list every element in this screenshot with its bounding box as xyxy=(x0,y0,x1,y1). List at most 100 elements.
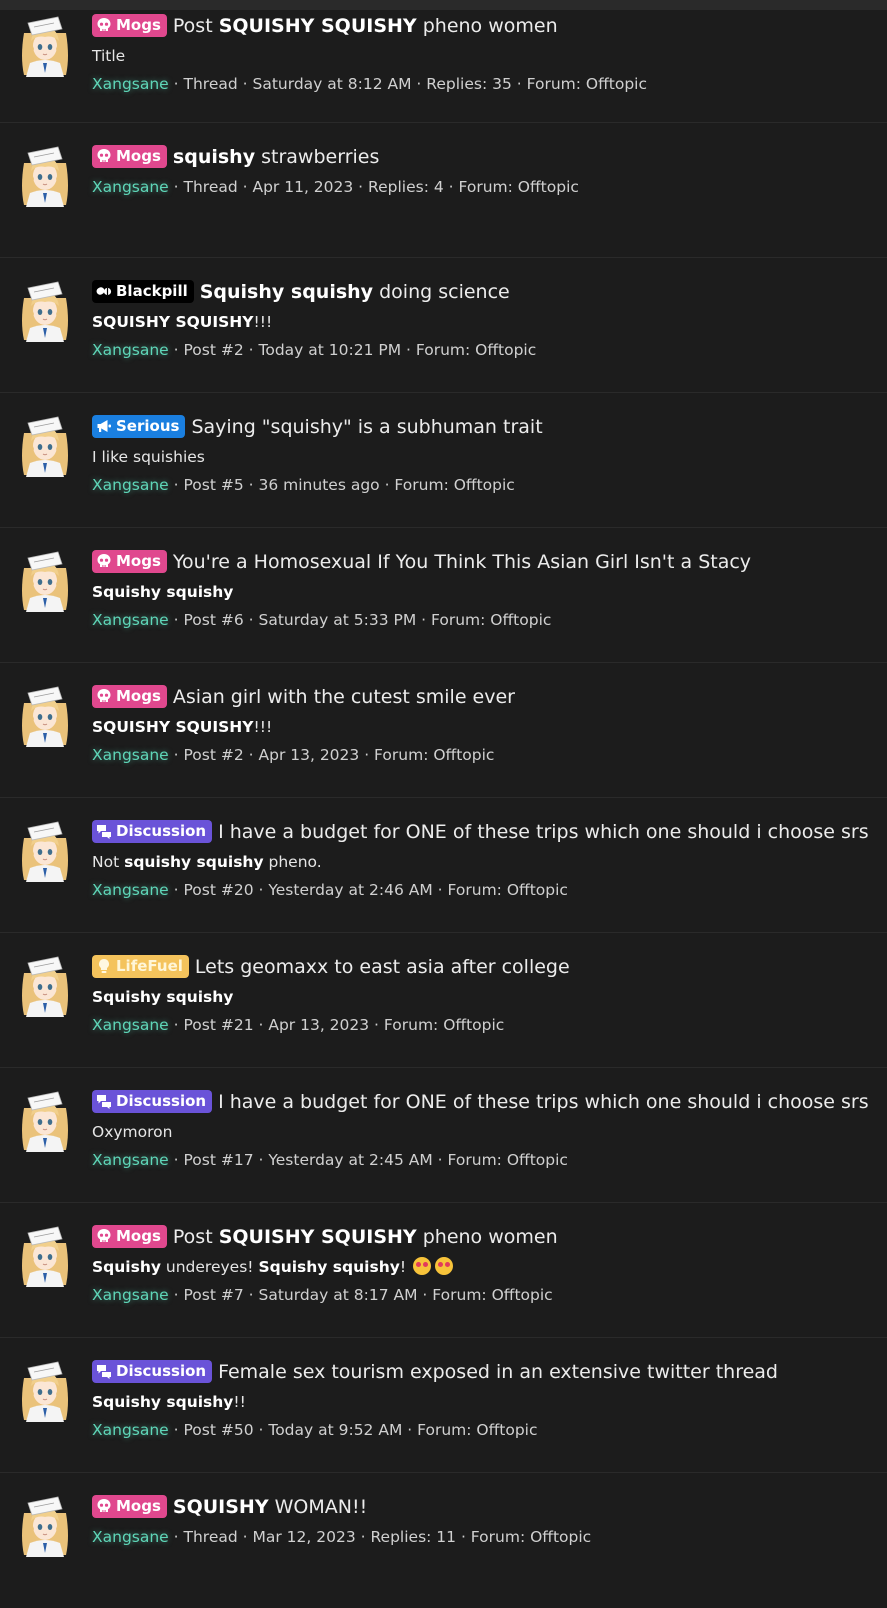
avatar[interactable] xyxy=(18,683,72,747)
result-title-link[interactable]: squishy strawberries xyxy=(173,146,379,168)
avatar[interactable] xyxy=(18,1088,72,1152)
megaphone-icon xyxy=(97,420,111,432)
meta-forum[interactable]: Forum: Offtopic xyxy=(459,178,579,196)
meta-forum[interactable]: Forum: Offtopic xyxy=(448,1151,568,1169)
prefix-label-mogs[interactable]: Mogs xyxy=(92,685,167,708)
skull-icon xyxy=(97,1499,111,1512)
result-title-link[interactable]: Asian girl with the cutest smile ever xyxy=(173,686,515,708)
prefix-label-mogs[interactable]: Mogs xyxy=(92,145,167,168)
title-text: pheno women xyxy=(416,15,558,37)
author-link[interactable]: Xangsane xyxy=(92,1151,169,1169)
prefix-label-text: Mogs xyxy=(116,552,161,570)
meta-date: Today at 9:52 AM xyxy=(268,1421,403,1439)
meta-separator: · xyxy=(456,1528,471,1546)
prefix-label-mogs[interactable]: Mogs xyxy=(92,550,167,573)
avatar[interactable] xyxy=(18,13,72,77)
prefix-label-text: Discussion xyxy=(116,1362,207,1380)
prefix-label-discussion[interactable]: Discussion xyxy=(92,1090,213,1113)
meta-forum[interactable]: Forum: Offtopic xyxy=(432,1286,552,1304)
author-link[interactable]: Xangsane xyxy=(92,1528,169,1546)
avatar[interactable] xyxy=(18,818,72,882)
meta-separator: · xyxy=(359,746,375,764)
author-link[interactable]: Xangsane xyxy=(92,178,169,196)
result-title-link[interactable]: I have a budget for ONE of these trips w… xyxy=(218,821,869,843)
meta-date: Saturday at 5:33 PM xyxy=(258,611,417,629)
result-snippet: Squishy squishy!! xyxy=(92,1391,877,1413)
meta-separator: · xyxy=(511,75,527,93)
avatar[interactable] xyxy=(18,143,72,207)
meta-separator: · xyxy=(401,341,416,359)
author-link[interactable]: Xangsane xyxy=(92,746,169,764)
title-text: Post xyxy=(172,15,219,37)
author-link[interactable]: Xangsane xyxy=(92,476,169,494)
prefix-label-discussion[interactable]: Discussion xyxy=(92,820,213,843)
author-link[interactable]: Xangsane xyxy=(92,75,169,93)
result-title-link[interactable]: You're a Homosexual If You Think This As… xyxy=(173,551,751,573)
author-link[interactable]: Xangsane xyxy=(92,1016,169,1034)
result-title-link[interactable]: SQUISHY WOMAN!! xyxy=(173,1496,367,1518)
result-meta: Xangsane · Post #2 · Today at 10:21 PM ·… xyxy=(92,339,877,361)
result-title-line: Serious Saying "squishy" is a subhuman tr… xyxy=(92,414,877,440)
result-title-link[interactable]: Lets geomaxx to east asia after college xyxy=(195,956,570,978)
meta-type: Post #17 xyxy=(183,1151,254,1169)
meta-type: Thread xyxy=(183,1528,238,1546)
title-text: You're a Homosexual If You Think This As… xyxy=(172,551,752,573)
skull-icon xyxy=(97,689,111,702)
avatar[interactable] xyxy=(18,1358,72,1422)
prefix-label-mogs[interactable]: Mogs xyxy=(92,1225,167,1248)
meta-forum[interactable]: Forum: Offtopic xyxy=(394,476,514,494)
meta-forum[interactable]: Forum: Offtopic xyxy=(448,881,568,899)
snippet-text: !! xyxy=(233,1393,246,1411)
avatar[interactable] xyxy=(18,953,72,1017)
meta-forum[interactable]: Forum: Offtopic xyxy=(527,75,647,93)
avatar[interactable] xyxy=(18,1223,72,1287)
author-link[interactable]: Xangsane xyxy=(92,1286,169,1304)
result-title-line: Mogs SQUISHY WOMAN!! xyxy=(92,1494,877,1520)
result-title-link[interactable]: I have a budget for ONE of these trips w… xyxy=(218,1091,869,1113)
avatar[interactable] xyxy=(18,413,72,477)
meta-forum[interactable]: Forum: Offtopic xyxy=(384,1016,504,1034)
snippet-text: ! xyxy=(399,1258,411,1276)
meta-separator: · xyxy=(237,75,253,93)
prefix-label-mogs[interactable]: Mogs xyxy=(92,14,167,37)
meta-forum[interactable]: Forum: Offtopic xyxy=(374,746,494,764)
author-link[interactable]: Xangsane xyxy=(92,611,169,629)
prefix-label-blackpill[interactable]: Blackpill xyxy=(92,280,194,303)
meta-forum[interactable]: Forum: Offtopic xyxy=(431,611,551,629)
search-results-list: Mogs Post SQUISHY SQUISHY pheno women Titl… xyxy=(0,10,887,1608)
result-meta: Xangsane · Thread · Mar 12, 2023 · Repli… xyxy=(92,1526,877,1548)
result-title-link[interactable]: Female sex tourism exposed in an extensi… xyxy=(218,1361,778,1383)
meta-separator: · xyxy=(243,1286,259,1304)
meta-forum[interactable]: Forum: Offtopic xyxy=(417,1421,537,1439)
avatar[interactable] xyxy=(18,1493,72,1557)
result-meta: Xangsane · Post #6 · Saturday at 5:33 PM… xyxy=(92,609,877,631)
result-body: Blackpill Squishy squishy doing science SQ… xyxy=(92,279,877,361)
meta-type: Thread xyxy=(183,178,238,196)
title-text: Asian girl with the cutest smile ever xyxy=(172,686,515,708)
highlight-term: SQUISHY SQUISHY xyxy=(218,1226,417,1248)
highlight-term: SQUISHY xyxy=(172,1496,269,1518)
prefix-label-mogs[interactable]: Mogs xyxy=(92,1495,167,1518)
result-title-link[interactable]: Squishy squishy doing science xyxy=(200,281,510,303)
result-snippet: Squishy squishy xyxy=(92,581,877,603)
author-link[interactable]: Xangsane xyxy=(92,341,169,359)
highlight-term: Squishy squishy xyxy=(92,583,234,601)
meta-forum[interactable]: Forum: Offtopic xyxy=(416,341,536,359)
meta-separator: · xyxy=(237,178,253,196)
meta-separator: · xyxy=(168,1528,184,1546)
title-text: I have a budget for ONE of these trips w… xyxy=(218,1091,869,1113)
author-link[interactable]: Xangsane xyxy=(92,1421,169,1439)
avatar[interactable] xyxy=(18,278,72,342)
prefix-label-lifefuel[interactable]: LifeFuel xyxy=(92,955,189,978)
prefix-label-serious[interactable]: Serious xyxy=(92,415,186,438)
meta-forum[interactable]: Forum: Offtopic xyxy=(471,1528,591,1546)
snippet-text: Not xyxy=(92,853,125,871)
prefix-label-discussion[interactable]: Discussion xyxy=(92,1360,213,1383)
result-title-link[interactable]: Post SQUISHY SQUISHY pheno women xyxy=(173,1226,558,1248)
result-title-link[interactable]: Saying "squishy" is a subhuman trait xyxy=(191,416,542,438)
result-title-link[interactable]: Post SQUISHY SQUISHY pheno women xyxy=(173,15,558,37)
author-link[interactable]: Xangsane xyxy=(92,881,169,899)
meta-separator: · xyxy=(432,881,448,899)
avatar[interactable] xyxy=(18,548,72,612)
prefix-label-text: Mogs xyxy=(116,1497,161,1515)
